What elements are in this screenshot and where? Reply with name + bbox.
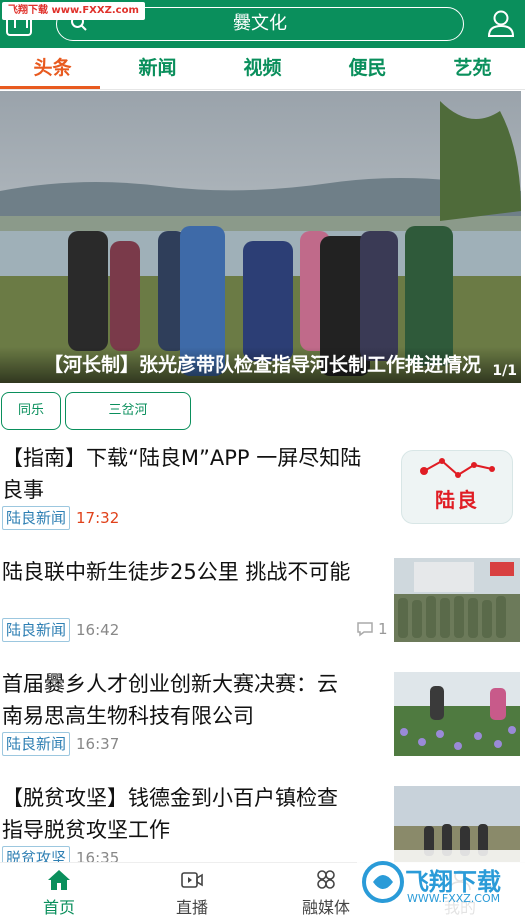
live-video-icon	[181, 872, 203, 888]
news-thumbnail	[394, 558, 520, 642]
watermark-logo-icon	[362, 861, 404, 903]
news-time: 17:32	[76, 509, 120, 527]
banner-pager: 1/1	[492, 363, 517, 379]
news-title-line: 首届爨乡人才创业创新大赛决赛：云	[2, 672, 338, 696]
news-title-line: 指导脱贫攻坚工作	[2, 818, 170, 842]
tab-news[interactable]: 新闻	[105, 48, 210, 89]
source-badge: 陆良新闻	[2, 506, 71, 530]
headline-banner[interactable]: 【河长制】张光彦带队检查指导河长制工作推进情况 1/1	[0, 91, 521, 383]
nav-live[interactable]: 直播	[147, 863, 237, 916]
banner-photo	[0, 91, 521, 383]
home-icon	[48, 870, 70, 890]
news-item[interactable]: 首届爨乡人才创业创新大赛决赛：云 南易思高生物科技有限公司 陆良新闻 16:37	[0, 668, 525, 758]
watermark-overlay: 飞翔下载 WWW.FXXZ.COM	[357, 850, 525, 916]
news-title-line: 【指南】下载“陆良M”APP 一屏尽知陆	[2, 446, 362, 470]
news-meta: 陆良新闻 16:42	[2, 618, 119, 642]
source-badge: 陆良新闻	[2, 732, 71, 756]
tab-services[interactable]: 便民	[315, 48, 420, 89]
news-meta: 陆良新闻 16:37	[2, 732, 119, 756]
user-icon[interactable]	[486, 8, 516, 38]
tag-tongle[interactable]: 同乐	[1, 392, 61, 430]
nav-home[interactable]: 首页	[14, 863, 104, 916]
news-title-line: 南易思高生物科技有限公司	[2, 704, 254, 728]
comment-icon	[357, 622, 373, 637]
news-thumbnail-photo	[394, 558, 520, 642]
active-tab-indicator	[0, 86, 100, 89]
tab-video[interactable]: 视频	[210, 48, 315, 89]
news-title-line: 【脱贫攻坚】钱德金到小百户镇检查	[2, 786, 338, 810]
news-title: 【指南】下载“陆良M”APP 一屏尽知陆 良事	[2, 442, 361, 506]
lu-liang-logo-text: 陆良	[435, 488, 479, 512]
tab-headlines[interactable]: 头条	[0, 48, 105, 89]
media-grid-icon	[317, 870, 335, 889]
news-title: 【脱贫攻坚】钱德金到小百户镇检查 指导脱贫攻坚工作	[2, 782, 338, 846]
news-item[interactable]: 陆良联中新生徒步25公里 挑战不可能 陆良新闻 16:42 1	[0, 556, 525, 646]
comment-count-value: 1	[378, 620, 388, 638]
nav-live-label: 直播	[175, 898, 208, 916]
lu-liang-logo: 陆良	[401, 450, 513, 524]
news-meta: 陆良新闻 17:32	[2, 506, 119, 530]
news-thumbnail-photo	[394, 672, 520, 756]
source-badge: 陆良新闻	[2, 618, 71, 642]
watermark-badge: 飞翔下载 www.FXXZ.com	[2, 2, 145, 20]
news-title-line: 良事	[2, 478, 44, 502]
watermark-subtext: WWW.FXXZ.COM	[407, 892, 501, 905]
comment-count[interactable]: 1	[356, 620, 388, 638]
news-item[interactable]: 【指南】下载“陆良M”APP 一屏尽知陆 良事 陆良新闻 17:32 陆良	[0, 442, 525, 532]
news-time: 16:37	[76, 735, 120, 753]
category-tabs: 头条 新闻 视频 便民 艺苑	[0, 48, 525, 90]
news-thumbnail	[394, 672, 520, 756]
banner-caption: 【河长制】张光彦带队检查指导河长制工作推进情况	[0, 347, 521, 383]
tag-sanchahe[interactable]: 三岔河	[65, 392, 191, 430]
tab-arts[interactable]: 艺苑	[420, 48, 525, 89]
news-title: 首届爨乡人才创业创新大赛决赛：云 南易思高生物科技有限公司	[2, 668, 338, 732]
app-header: 爨文化 飞翔下载 www.FXXZ.com	[0, 0, 525, 48]
nav-home-label: 首页	[42, 898, 75, 916]
news-time: 16:42	[76, 621, 120, 639]
news-title: 陆良联中新生徒步25公里 挑战不可能	[2, 560, 351, 584]
